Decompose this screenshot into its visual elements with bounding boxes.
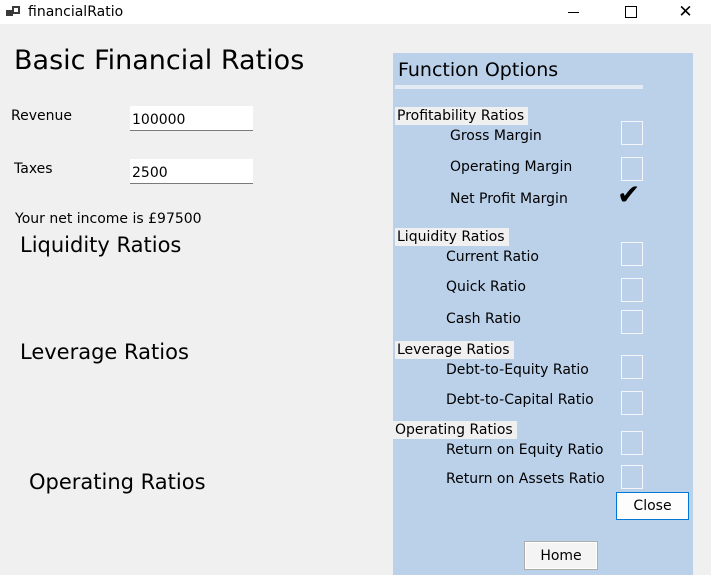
checkbox-current-ratio[interactable]	[621, 242, 643, 266]
maximize-button[interactable]	[602, 0, 660, 24]
revenue-label: Revenue	[11, 108, 72, 124]
leverage-ratios-heading: Leverage Ratios	[20, 340, 189, 364]
option-label-debt-to-equity: Debt-to-Equity Ratio	[446, 362, 589, 378]
liquidity-ratios-heading: Liquidity Ratios	[20, 233, 182, 257]
option-label-debt-to-capital: Debt-to-Capital Ratio	[446, 392, 594, 408]
window-title: financialRatio	[28, 4, 124, 20]
checkbox-debt-to-equity[interactable]	[621, 355, 643, 379]
close-icon: ✕	[678, 2, 693, 22]
function-options-title: Function Options	[398, 59, 559, 81]
minimize-button[interactable]	[544, 0, 602, 24]
option-label-net-profit-margin: Net Profit Margin	[450, 191, 568, 207]
checkbox-debt-to-capital[interactable]	[621, 391, 643, 415]
option-label-return-on-equity: Return on Equity Ratio	[446, 442, 604, 458]
taxes-input[interactable]	[130, 159, 253, 184]
option-label-gross-margin: Gross Margin	[450, 128, 542, 144]
option-label-quick-ratio: Quick Ratio	[446, 279, 526, 295]
close-button[interactable]: Close	[616, 492, 689, 520]
checkbox-return-on-equity[interactable]	[621, 431, 643, 455]
checkmark-icon: ✔	[617, 178, 641, 211]
page-title: Basic Financial Ratios	[14, 45, 305, 76]
net-income-text: Your net income is £97500	[15, 211, 202, 227]
group-label-liquidity: Liquidity Ratios	[395, 228, 509, 246]
maximize-icon	[625, 6, 637, 18]
app-icon	[6, 4, 22, 20]
option-label-cash-ratio: Cash Ratio	[446, 311, 521, 327]
home-button[interactable]: Home	[524, 541, 598, 570]
title-divider	[395, 85, 643, 89]
checkbox-quick-ratio[interactable]	[621, 278, 643, 302]
group-label-leverage: Leverage Ratios	[395, 341, 514, 359]
option-label-operating-margin: Operating Margin	[450, 159, 573, 175]
checkbox-return-on-assets[interactable]	[621, 465, 643, 489]
group-label-operating: Operating Ratios	[393, 421, 517, 439]
checkbox-net-profit-margin[interactable]: ✔	[617, 180, 640, 210]
operating-ratios-heading: Operating Ratios	[29, 470, 206, 494]
checkbox-cash-ratio[interactable]	[621, 310, 643, 334]
option-label-return-on-assets: Return on Assets Ratio	[446, 471, 605, 487]
window-close-button[interactable]: ✕	[660, 0, 711, 24]
revenue-input[interactable]	[130, 106, 253, 131]
title-bar: financialRatio ✕	[0, 0, 711, 24]
option-label-current-ratio: Current Ratio	[446, 249, 539, 265]
minimize-icon	[567, 11, 579, 13]
checkbox-gross-margin[interactable]	[621, 121, 643, 145]
taxes-label: Taxes	[14, 161, 53, 177]
group-label-profitability: Profitability Ratios	[395, 107, 529, 125]
